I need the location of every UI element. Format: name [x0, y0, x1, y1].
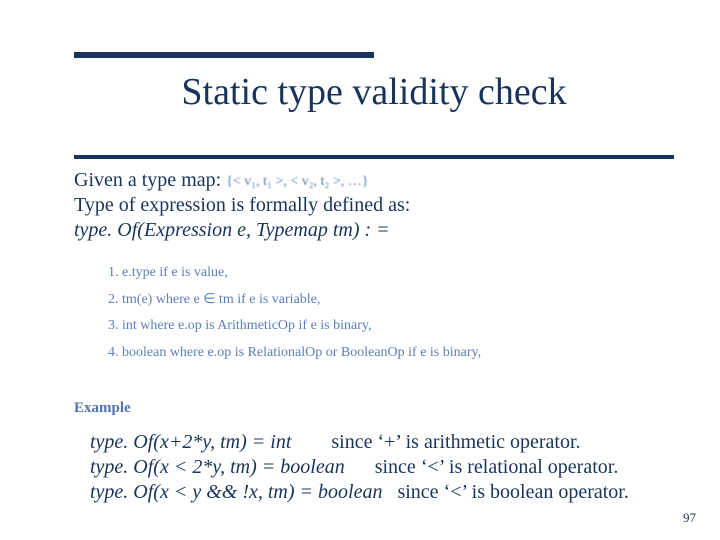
example-label: Example: [74, 400, 131, 417]
title-underline: [74, 155, 674, 159]
title-top-rule: [74, 52, 374, 58]
example-2-expr: type. Of(x < 2*y, tm) = boolean: [90, 456, 345, 478]
rules-list: 1. e.type if e is value, 2. tm(e) where …: [108, 260, 668, 366]
rule-3: 3. int where e.op is ArithmeticOp if e i…: [108, 313, 668, 340]
example-2-reason: since ‘<’ is relational operator.: [375, 456, 619, 478]
typeof-signature: type. Of(Expression e, Typemap tm) : =: [74, 218, 674, 243]
typemap-set: {< v₁, t₁ >, < v₂, t₂ >, …}: [226, 173, 368, 191]
examples-block: type. Of(x+2*y, tm) = int since ‘+’ is a…: [90, 430, 700, 505]
rule-4: 4. boolean where e.op is RelationalOp or…: [108, 340, 668, 367]
rule-1: 1. e.type if e is value,: [108, 260, 668, 287]
example-1: type. Of(x+2*y, tm) = int since ‘+’ is a…: [90, 430, 700, 455]
rule-2: 2. tm(e) where e ∈ tm if e is variable,: [108, 287, 668, 314]
page-number: 97: [683, 510, 696, 526]
example-2: type. Of(x < 2*y, tm) = boolean since ‘<…: [90, 455, 700, 480]
example-3-expr: type. Of(x < y && !x, tm) = boolean: [90, 481, 382, 503]
given-line: Given a type map: {< v₁, t₁ >, < v₂, t₂ …: [74, 168, 674, 193]
slide-title: Static type validity check: [74, 72, 674, 114]
example-1-reason: since ‘+’ is arithmetic operator.: [331, 431, 580, 453]
intro-block: Given a type map: {< v₁, t₁ >, < v₂, t₂ …: [74, 168, 674, 243]
example-3-reason: since ‘<’ is boolean operator.: [397, 481, 628, 503]
example-3: type. Of(x < y && !x, tm) = boolean sinc…: [90, 480, 700, 505]
intro-line-2: Type of expression is formally defined a…: [74, 193, 674, 218]
example-1-expr: type. Of(x+2*y, tm) = int: [90, 431, 291, 453]
given-prefix: Given a type map:: [74, 169, 221, 191]
slide: Static type validity check Given a type …: [0, 0, 720, 540]
